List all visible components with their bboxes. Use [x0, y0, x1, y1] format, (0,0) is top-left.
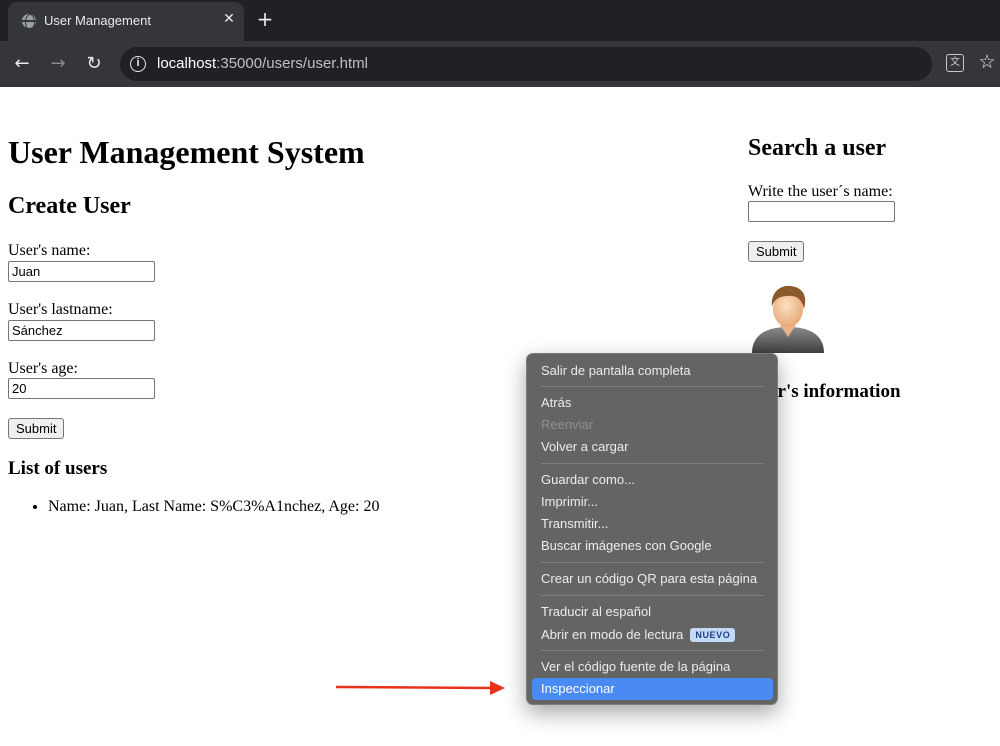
menu-separator — [541, 386, 764, 387]
new-badge: NUEVO — [690, 628, 736, 642]
star-icon[interactable]: ☆ — [976, 50, 998, 74]
url-host: localhost — [157, 55, 217, 72]
red-arrow-icon — [335, 681, 505, 695]
menu-item-reload[interactable]: Volver a cargar — [532, 436, 773, 458]
menu-item-label: Abrir en modo de lectura — [541, 627, 684, 642]
menu-separator — [541, 650, 764, 651]
close-icon[interactable]: ✕ — [220, 10, 238, 28]
list-users-heading: List of users — [8, 458, 108, 479]
create-user-heading: Create User — [8, 193, 131, 219]
menu-item-view-source[interactable]: Ver el código fuente de la página — [532, 656, 773, 678]
forward-icon[interactable]: → — [46, 52, 70, 76]
menu-item-forward[interactable]: Reenviar — [532, 414, 773, 436]
globe-icon — [22, 14, 36, 30]
name-input[interactable]: Juan — [8, 261, 155, 282]
create-submit-button[interactable]: Submit — [8, 418, 65, 439]
page-content: User Management System Create User User'… — [0, 87, 1000, 746]
menu-item-inspect[interactable]: Inspeccionar — [532, 678, 773, 700]
menu-item-exit-fullscreen[interactable]: Salir de pantalla completa — [532, 360, 773, 382]
search-input[interactable] — [748, 201, 895, 222]
user-list: Name: Juan, Last Name: S%C3%A1nchez, Age… — [48, 498, 379, 516]
translate-icon[interactable]: 文 — [946, 54, 964, 72]
browser-toolbar: ← → ↻ i localhost:35000/users/user.html — [0, 41, 1000, 87]
context-menu: Salir de pantalla completa Atrás Reenvia… — [526, 353, 778, 705]
menu-item-reading-mode[interactable]: Abrir en modo de lectura NUEVO — [532, 624, 773, 646]
plus-icon[interactable]: + — [254, 8, 276, 30]
url-path: :35000/users/user.html — [216, 55, 368, 72]
page-title: User Management System — [8, 134, 365, 170]
lastname-label: User's lastname: — [8, 301, 113, 318]
reload-icon[interactable]: ↻ — [82, 52, 106, 76]
info-icon[interactable]: i — [130, 56, 146, 72]
tab-strip: User Management ✕ + — [0, 0, 1000, 41]
url-text[interactable]: localhost:35000/users/user.html — [157, 55, 368, 72]
list-item: Name: Juan, Last Name: S%C3%A1nchez, Age… — [48, 498, 379, 516]
search-submit-button[interactable]: Submit — [748, 241, 805, 262]
search-label: Write the user´s name: — [748, 183, 893, 200]
menu-item-cast[interactable]: Transmitir... — [532, 513, 773, 535]
age-input[interactable]: 20 — [8, 378, 155, 399]
menu-separator — [541, 463, 764, 464]
menu-item-print[interactable]: Imprimir... — [532, 491, 773, 513]
name-label: User's name: — [8, 242, 91, 259]
menu-separator — [541, 595, 764, 596]
menu-item-search-images[interactable]: Buscar imágenes con Google — [532, 535, 773, 557]
age-label: User's age: — [8, 360, 78, 377]
lastname-input[interactable]: Sánchez — [8, 320, 155, 341]
menu-item-translate[interactable]: Traducir al español — [532, 601, 773, 623]
back-icon[interactable]: ← — [10, 52, 34, 76]
menu-separator — [541, 562, 764, 563]
search-heading: Search a user — [748, 135, 887, 161]
menu-item-save-as[interactable]: Guardar como... — [532, 469, 773, 491]
avatar — [752, 285, 824, 353]
menu-item-back[interactable]: Atrás — [532, 392, 773, 414]
menu-item-qr-code[interactable]: Crear un código QR para esta página — [532, 568, 773, 590]
tab-user-management[interactable]: User Management ✕ — [8, 2, 244, 41]
address-bar[interactable]: i localhost:35000/users/user.html — [120, 47, 932, 81]
tab-title: User Management — [44, 13, 151, 28]
